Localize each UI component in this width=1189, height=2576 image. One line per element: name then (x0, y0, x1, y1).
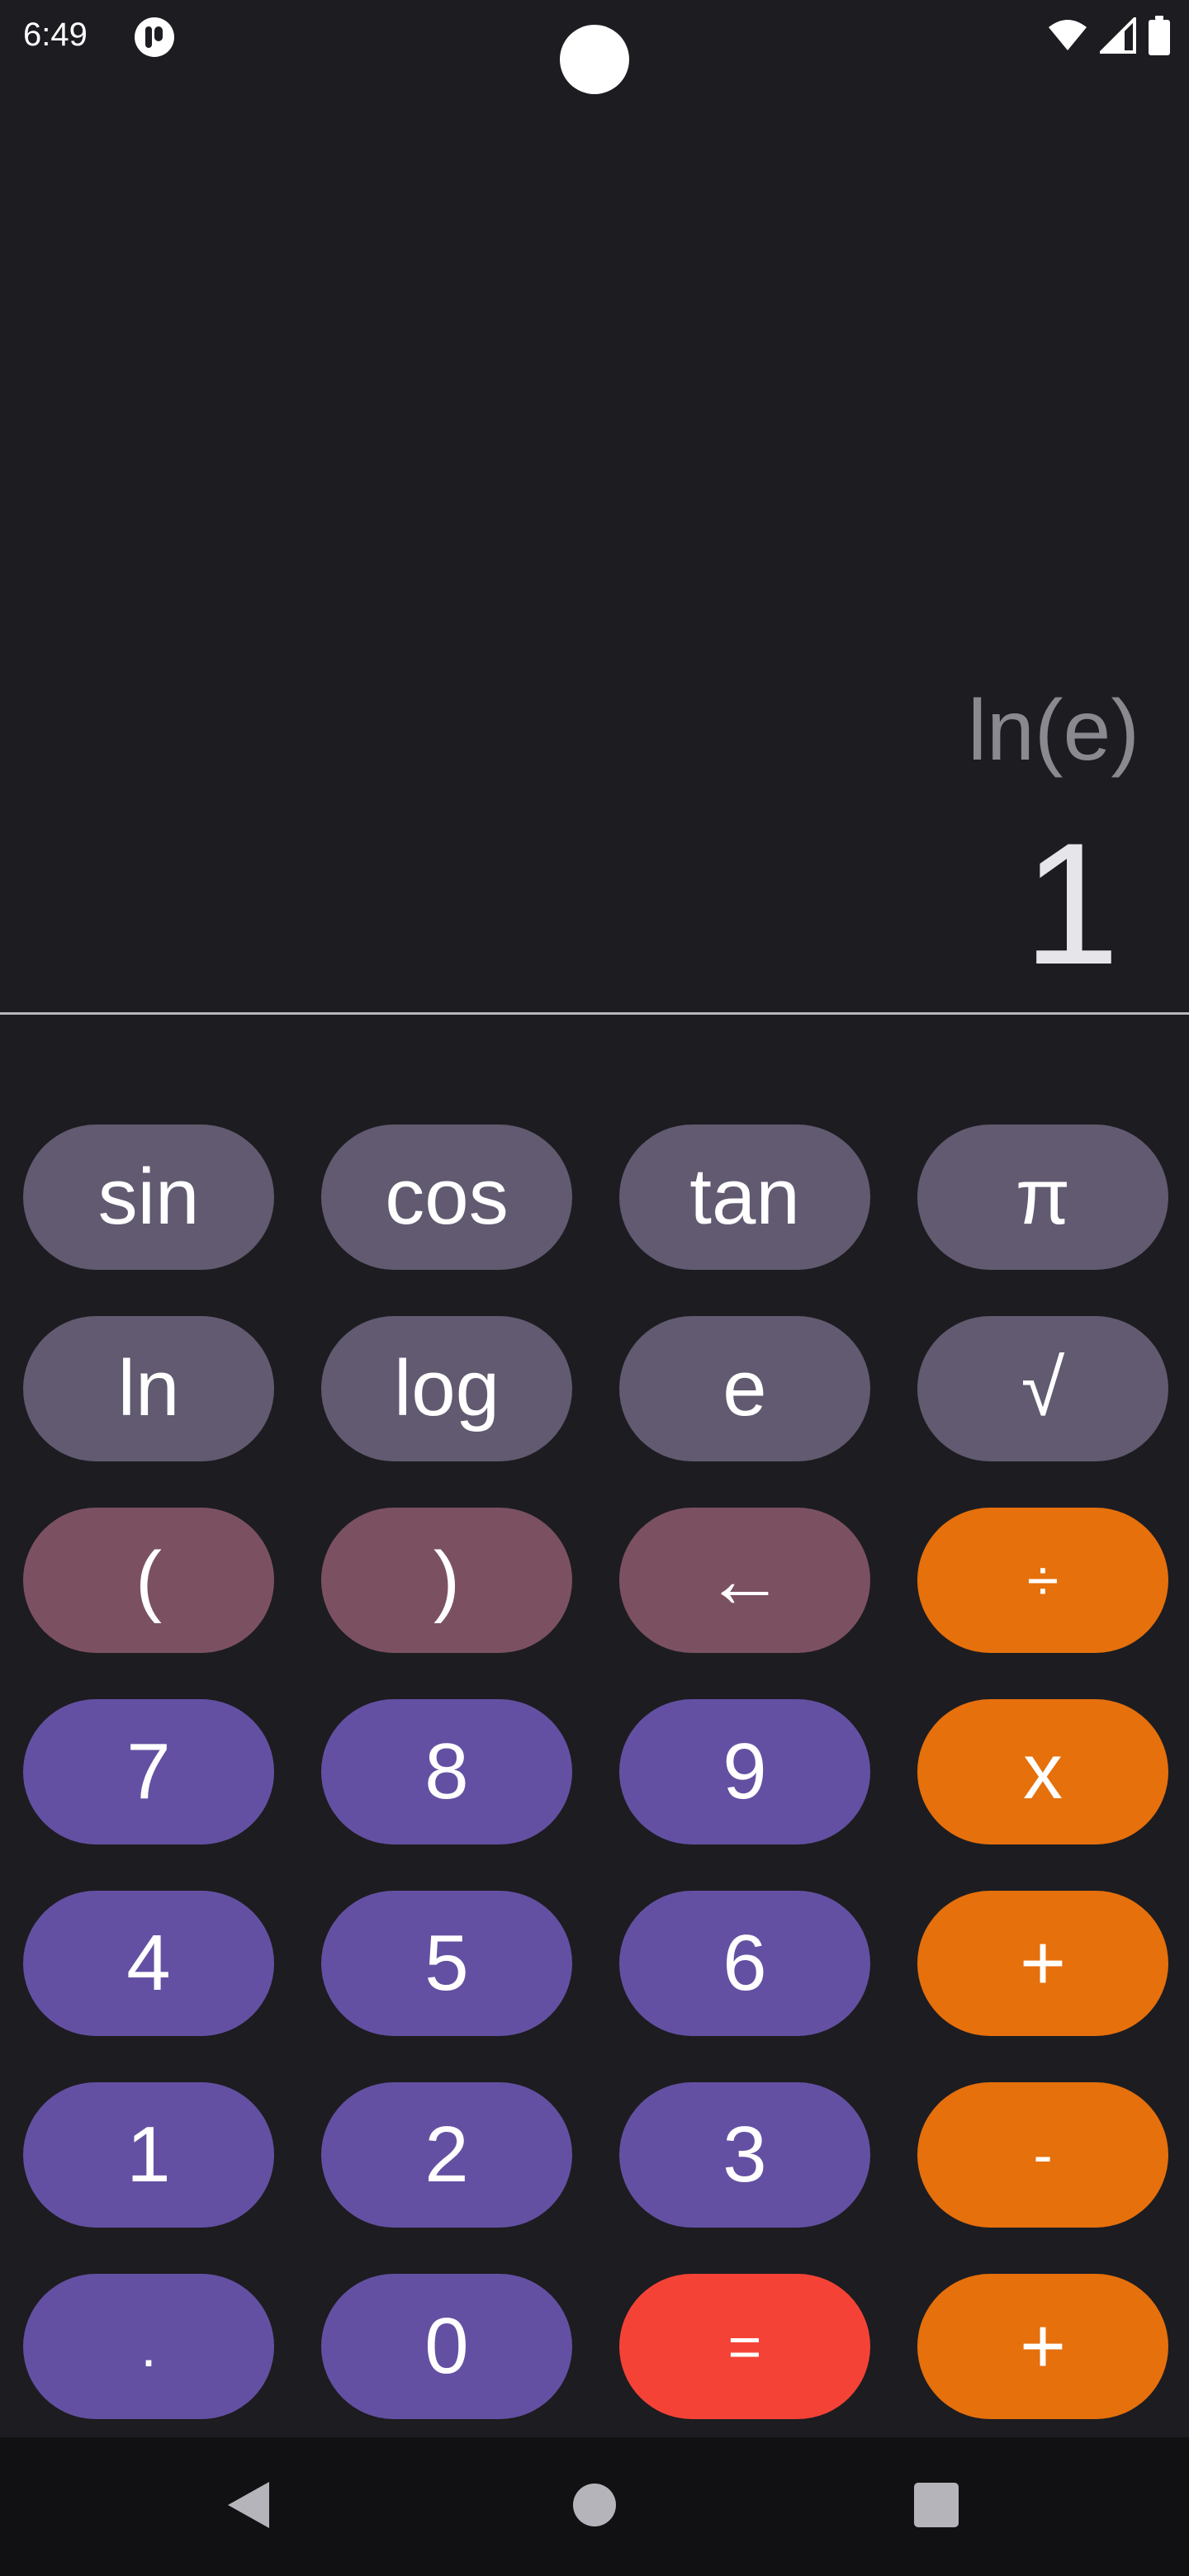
battery-icon (1148, 16, 1171, 55)
decimal-key[interactable]: . (23, 2274, 274, 2419)
navigation-bar (0, 2437, 1189, 2576)
open-paren-key[interactable]: ( (23, 1508, 274, 1653)
cos-key[interactable]: cos (321, 1125, 572, 1270)
equals-key[interactable]: = (619, 2274, 870, 2419)
multiply-key[interactable]: x (917, 1699, 1168, 1844)
wifi-icon (1047, 19, 1088, 52)
back-triangle-icon (225, 2480, 271, 2534)
digit-6-key[interactable]: 6 (619, 1891, 870, 2036)
digit-3-key[interactable]: 3 (619, 2082, 870, 2228)
home-circle-icon (572, 2483, 617, 2531)
status-time: 6:49 (23, 17, 88, 53)
close-paren-key[interactable]: ) (321, 1508, 572, 1653)
plus-key[interactable]: + (917, 1891, 1168, 2036)
digit-2-key[interactable]: 2 (321, 2082, 572, 2228)
nav-home-button[interactable] (528, 2437, 661, 2576)
camera-cutout (560, 25, 629, 94)
nav-recents-button[interactable] (870, 2437, 1002, 2576)
sqrt-key[interactable]: √ (917, 1316, 1168, 1461)
backspace-key[interactable]: ← (619, 1508, 870, 1653)
log-key[interactable]: log (321, 1316, 572, 1461)
digit-0-key[interactable]: 0 (321, 2274, 572, 2419)
expression-display: ln(e) (967, 683, 1139, 779)
tan-key[interactable]: tan (619, 1125, 870, 1270)
calculator-screen: 6:49 ln(e) 1 sin cos tan π ln log e √ (… (0, 0, 1189, 2576)
pi-key[interactable]: π (917, 1125, 1168, 1270)
signal-icon (1100, 17, 1136, 54)
digit-9-key[interactable]: 9 (619, 1699, 870, 1844)
digit-8-key[interactable]: 8 (321, 1699, 572, 1844)
digit-7-key[interactable]: 7 (23, 1699, 274, 1844)
result-display: 1 (1023, 807, 1120, 1001)
status-icons (1047, 13, 1171, 58)
e-key[interactable]: e (619, 1316, 870, 1461)
display-divider (0, 1012, 1189, 1015)
digit-4-key[interactable]: 4 (23, 1891, 274, 2036)
plus-key-bottom[interactable]: + (917, 2274, 1168, 2419)
digit-1-key[interactable]: 1 (23, 2082, 274, 2228)
recents-square-icon (914, 2482, 959, 2531)
nav-back-button[interactable] (182, 2437, 314, 2576)
app-notification-icon (134, 17, 175, 58)
digit-5-key[interactable]: 5 (321, 1891, 572, 2036)
divide-key[interactable]: ÷ (917, 1508, 1168, 1653)
sin-key[interactable]: sin (23, 1125, 274, 1270)
minus-key[interactable]: - (917, 2082, 1168, 2228)
ln-key[interactable]: ln (23, 1316, 274, 1461)
